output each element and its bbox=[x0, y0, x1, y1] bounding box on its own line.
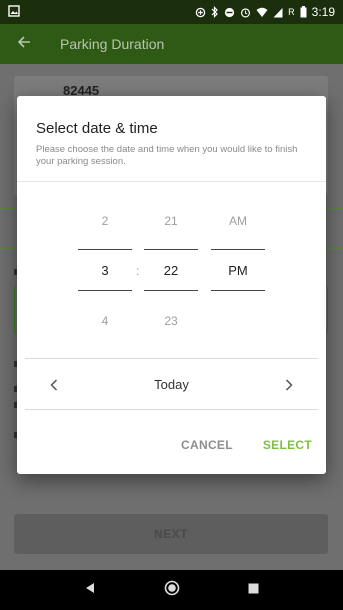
hour-next-option[interactable]: 4 bbox=[78, 314, 132, 328]
arrow-back-icon bbox=[17, 35, 31, 54]
select-button[interactable]: SELECT bbox=[263, 438, 312, 452]
day-row-top-divider bbox=[25, 358, 318, 359]
hour-picker[interactable]: 3 bbox=[78, 249, 132, 291]
status-bar: R 3:19 bbox=[0, 0, 343, 24]
network-type-label: R bbox=[288, 7, 295, 17]
dialog-actions: CANCEL SELECT bbox=[181, 438, 312, 452]
chevron-left-icon[interactable] bbox=[47, 378, 61, 392]
time-separator: : bbox=[136, 264, 140, 278]
bluetooth-icon bbox=[211, 6, 219, 18]
app-title: Parking Duration bbox=[60, 36, 165, 52]
cancel-button[interactable]: CANCEL bbox=[181, 438, 233, 452]
date-time-dialog: Select date & time Please choose the dat… bbox=[17, 96, 326, 474]
image-notification-icon bbox=[8, 4, 20, 20]
day-label: Today bbox=[154, 377, 189, 392]
navigation-bar bbox=[0, 570, 343, 610]
data-saver-icon bbox=[195, 7, 206, 18]
nav-home-icon[interactable] bbox=[164, 580, 180, 601]
chevron-right-icon[interactable] bbox=[282, 378, 296, 392]
minute-next-option[interactable]: 23 bbox=[144, 314, 198, 328]
dialog-title: Select date & time bbox=[36, 120, 158, 137]
cell-signal-icon bbox=[273, 7, 283, 18]
nav-back-icon[interactable] bbox=[84, 581, 96, 599]
wifi-icon bbox=[256, 7, 268, 18]
ampm-picker[interactable]: PM bbox=[211, 249, 265, 291]
back-button[interactable] bbox=[0, 24, 48, 64]
battery-icon bbox=[300, 6, 307, 18]
day-selector: Today bbox=[25, 360, 318, 409]
dialog-description: Please choose the date and time when you… bbox=[36, 144, 298, 167]
do-not-disturb-icon bbox=[224, 7, 235, 18]
hour-prev-option[interactable]: 2 bbox=[78, 214, 132, 228]
minute-picker[interactable]: 22 bbox=[144, 249, 198, 291]
status-time: 3:19 bbox=[311, 5, 335, 19]
next-button: NEXT bbox=[14, 514, 328, 554]
dialog-divider bbox=[17, 181, 326, 182]
day-row-bottom-divider bbox=[25, 409, 318, 410]
minute-prev-option[interactable]: 21 bbox=[144, 214, 198, 228]
app-bar: Parking Duration bbox=[0, 24, 343, 64]
ampm-prev-option[interactable]: AM bbox=[211, 214, 265, 228]
alarm-icon bbox=[240, 7, 251, 18]
nav-recents-icon[interactable] bbox=[248, 581, 259, 599]
